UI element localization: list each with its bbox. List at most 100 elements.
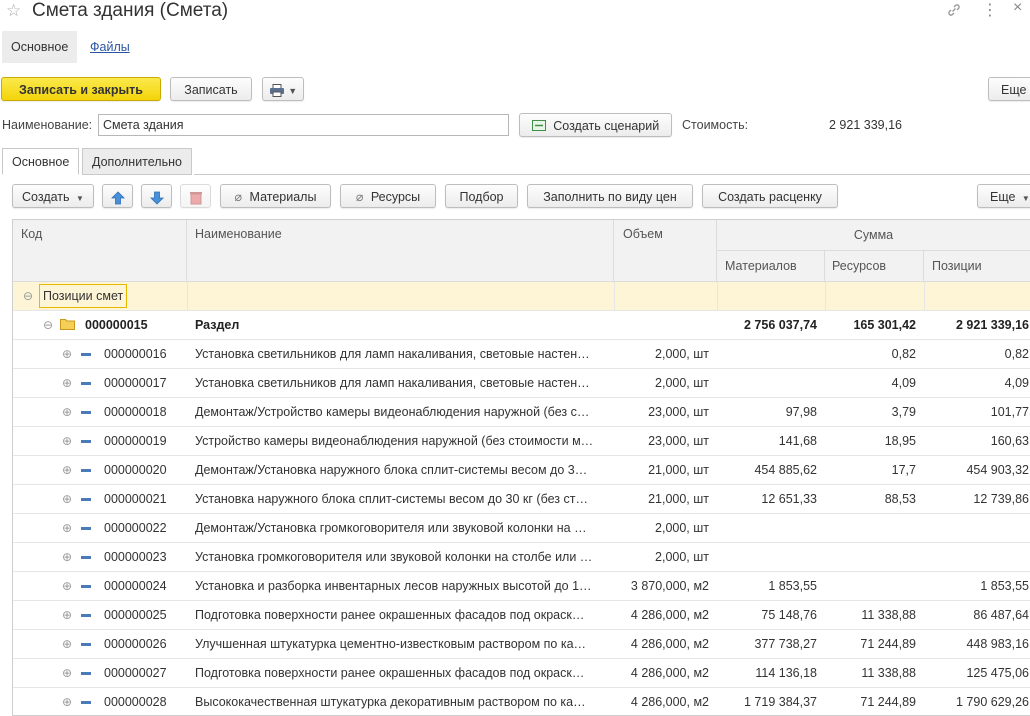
nav-tab-main[interactable]: Основное [2, 31, 78, 63]
move-up-button[interactable] [102, 184, 133, 208]
col-header-name[interactable]: Наименование [187, 220, 614, 282]
expand-icon[interactable]: ⊕ [62, 514, 72, 542]
row-name: Установка и разборка инвентарных лесов н… [195, 579, 592, 593]
row-positions: 86 487,64 [973, 608, 1029, 622]
expand-icon[interactable]: ⊕ [62, 688, 72, 715]
row-materials: 1 719 384,37 [744, 695, 817, 709]
col-header-resources[interactable]: Ресурсов [825, 251, 924, 282]
row-code: 000000018 [104, 405, 167, 419]
expand-icon[interactable]: ⊕ [62, 427, 72, 455]
tab-main[interactable]: Основное [2, 148, 80, 175]
row-code: 000000028 [104, 695, 167, 709]
expand-icon[interactable]: ⊕ [62, 659, 72, 687]
move-down-button[interactable] [141, 184, 172, 208]
row-resources: 3,79 [891, 405, 916, 419]
expand-icon[interactable]: ⊕ [62, 340, 72, 368]
row-volume: 2,000, шт [655, 521, 709, 535]
table-row[interactable]: ⊕ 000000017 Установка светильников для лам… [13, 369, 1030, 398]
table-row[interactable]: ⊕ 000000027 Подготовка поверхности ранее о… [13, 659, 1030, 688]
table-row[interactable]: ⊕ 000000020 Демонтаж/Установка наружного б… [13, 456, 1030, 485]
create-dropdown-button[interactable]: Создать ▼ [12, 184, 94, 208]
create-rate-button[interactable]: Создать расценку [702, 184, 838, 208]
col-header-sum[interactable]: Сумма [717, 220, 1030, 251]
col-header-volume[interactable]: Объем [614, 220, 717, 282]
section-code: 000000015 [85, 318, 148, 332]
expand-icon[interactable]: ⊕ [62, 543, 72, 571]
expand-icon[interactable]: ⊕ [62, 456, 72, 484]
delete-button[interactable] [180, 184, 211, 208]
row-code: 000000025 [104, 608, 167, 622]
collapse-icon[interactable]: ⊖ [43, 311, 53, 339]
group-row[interactable]: ⊖ Позиции смет [13, 282, 1030, 311]
section-row[interactable]: ⊖ 000000015 Раздел 2 756 037,74 165 301,… [13, 311, 1030, 340]
item-icon [81, 340, 91, 368]
table-row[interactable]: ⊕ 000000019 Устройство камеры видеонаблюде… [13, 427, 1030, 456]
item-icon [81, 659, 91, 687]
row-materials: 454 885,62 [754, 463, 817, 477]
col-header-code[interactable]: Код [13, 220, 187, 282]
item-icon [81, 543, 91, 571]
row-name: Установка наружного блока сплит-системы … [195, 492, 588, 506]
materials-button[interactable]: ⌀ Материалы [220, 184, 331, 208]
expand-icon[interactable]: ⊕ [62, 572, 72, 600]
table-row[interactable]: ⊕ 000000018 Демонтаж/Устройство камеры вид… [13, 398, 1030, 427]
row-materials: 1 853,55 [768, 579, 817, 593]
row-resources: 11 338,88 [861, 666, 916, 680]
close-icon[interactable]: × [1013, 0, 1022, 17]
row-code: 000000027 [104, 666, 167, 680]
more-vert-icon[interactable]: ⋮ [982, 0, 998, 20]
nav-tab-files[interactable]: Файлы [81, 31, 139, 63]
row-positions [924, 543, 1029, 571]
cost-value: 2 921 339,16 [829, 118, 902, 132]
expand-icon[interactable]: ⊕ [62, 630, 72, 658]
grid-more-button[interactable]: Еще ▼ [977, 184, 1030, 208]
row-resources: 17,7 [891, 463, 916, 477]
table-row[interactable]: ⊕ 000000023 Установка громкоговорителя или… [13, 543, 1030, 572]
favorite-star-icon[interactable]: ☆ [6, 1, 21, 21]
col-header-positions[interactable]: Позиции [924, 251, 1030, 282]
selection-button[interactable]: Подбор [445, 184, 518, 208]
row-volume: 2,000, шт [655, 347, 709, 361]
item-icon [81, 601, 91, 629]
table-row[interactable]: ⊕ 000000025 Подготовка поверхности ранее о… [13, 601, 1030, 630]
name-input[interactable]: Смета здания [98, 114, 509, 136]
table-row[interactable]: ⊕ 000000024 Установка и разборка инвентарн… [13, 572, 1030, 601]
row-code: 000000021 [104, 492, 167, 506]
row-code: 000000023 [104, 550, 167, 564]
estimate-grid[interactable]: Код Наименование Объем Сумма Материалов … [12, 219, 1030, 716]
table-row[interactable]: ⊕ 000000026 Улучшенная штукатурка цементно… [13, 630, 1030, 659]
table-row[interactable]: ⊕ 000000028 Высококачественная штукатурка … [13, 688, 1030, 715]
collapse-icon[interactable]: ⊖ [23, 282, 33, 310]
link-icon[interactable] [946, 2, 962, 22]
row-materials: 377 738,27 [754, 637, 817, 651]
save-and-close-button[interactable]: Записать и закрыть [1, 77, 161, 101]
section-name: Раздел [195, 318, 240, 332]
fill-by-price-button[interactable]: Заполнить по виду цен [527, 184, 693, 208]
item-icon [81, 398, 91, 426]
expand-icon[interactable]: ⊕ [62, 369, 72, 397]
save-button[interactable]: Записать [170, 77, 252, 101]
expand-icon[interactable]: ⊕ [62, 485, 72, 513]
table-row[interactable]: ⊕ 000000021 Установка наружного блока спли… [13, 485, 1030, 514]
row-positions: 454 903,32 [966, 463, 1029, 477]
row-volume: 2,000, шт [655, 550, 709, 564]
paperclip-icon: ⌀ [234, 190, 243, 204]
more-button[interactable]: Еще [988, 77, 1030, 101]
row-resources [825, 514, 916, 542]
print-menu-button[interactable]: ▼ [262, 77, 304, 101]
table-row[interactable]: ⊕ 000000022 Демонтаж/Установка громкоговор… [13, 514, 1030, 543]
create-scenario-button[interactable]: Создать сценарий [519, 113, 672, 137]
tab-additional[interactable]: Дополнительно [82, 148, 192, 175]
row-volume: 23,000, шт [648, 434, 709, 448]
row-materials: 114 136,18 [755, 666, 817, 680]
expand-icon[interactable]: ⊕ [62, 398, 72, 426]
col-header-materials[interactable]: Материалов [717, 251, 825, 282]
row-name: Установка громкоговорителя или звуковой … [195, 550, 593, 564]
resources-button[interactable]: ⌀ Ресурсы [340, 184, 436, 208]
expand-icon[interactable]: ⊕ [62, 601, 72, 629]
cost-label: Стоимость: [682, 118, 749, 132]
table-row[interactable]: ⊕ 000000016 Установка светильников для лам… [13, 340, 1030, 369]
row-resources: 71 244,89 [860, 695, 916, 709]
item-icon [81, 427, 91, 455]
section-resources: 165 301,42 [853, 318, 916, 332]
